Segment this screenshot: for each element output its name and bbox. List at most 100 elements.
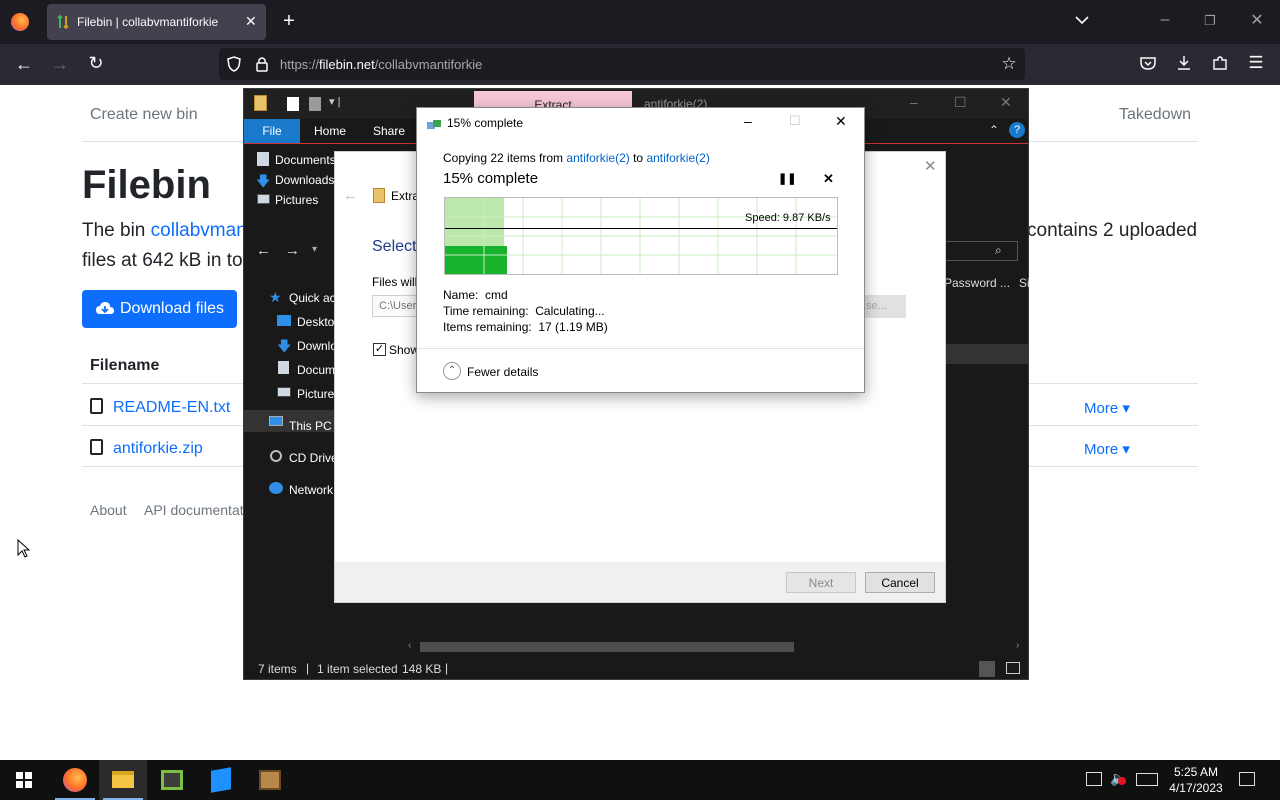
file-more-button[interactable]: More ▾ xyxy=(1084,440,1130,458)
bookmark-star-icon[interactable]: ☆ xyxy=(999,55,1019,72)
search-box[interactable] xyxy=(945,241,1018,261)
explorer-close-icon[interactable]: ✕ xyxy=(1000,94,1012,111)
nav-this-pc[interactable]: This PC xyxy=(289,419,332,433)
downloads-icon[interactable] xyxy=(1174,55,1194,75)
source-link[interactable]: antiforkie(2) xyxy=(566,151,629,165)
copy-close-icon[interactable]: ✕ xyxy=(835,113,847,130)
extensions-icon[interactable] xyxy=(1210,55,1230,75)
properties-icon[interactable] xyxy=(287,97,299,111)
ribbon-expand-icon[interactable]: ⌃ xyxy=(989,123,999,137)
wizard-back-icon[interactable]: ← xyxy=(343,187,358,204)
time-remaining-label: Time remaining: Calculating... xyxy=(443,304,605,318)
explorer-minimize-icon[interactable]: – xyxy=(910,94,918,110)
file-row-readme[interactable]: README-EN.txt xyxy=(90,398,230,417)
forward-icon[interactable]: → xyxy=(50,55,70,73)
reload-icon[interactable]: ↻ xyxy=(86,54,106,72)
taskbar-app-blue[interactable] xyxy=(197,760,245,800)
copy-minimize-icon[interactable]: – xyxy=(744,113,752,129)
system-clock[interactable]: 5:25 AM 4/17/2023 xyxy=(1166,764,1226,796)
lock-icon[interactable] xyxy=(252,56,272,76)
quick-pictures[interactable]: Pictures xyxy=(275,193,318,207)
details-view-icon[interactable] xyxy=(979,661,995,677)
ribbon-tab-home[interactable]: Home xyxy=(314,124,346,138)
selected-row-highlight xyxy=(943,344,1028,364)
quick-access-toolbar-icon[interactable]: ▾ | xyxy=(329,95,340,108)
new-tab-icon[interactable]: + xyxy=(279,11,299,31)
start-windows-icon[interactable] xyxy=(16,772,32,793)
nav-cd-drive[interactable]: CD Drive xyxy=(289,451,338,465)
scroll-left-icon[interactable]: ‹ xyxy=(408,640,411,651)
site-favicon-icon xyxy=(57,14,69,30)
status-size: 148 KB xyxy=(402,662,442,676)
quick-documents[interactable]: Documents xyxy=(275,153,336,167)
url-bar[interactable]: https://filebin.net/collabvmantiforkie ☆ xyxy=(219,48,1025,80)
tab-close-icon[interactable]: ✕ xyxy=(245,13,257,30)
pocket-icon[interactable] xyxy=(1138,56,1158,74)
clock-time: 5:25 AM xyxy=(1173,765,1219,779)
search-icon[interactable]: ⌕ xyxy=(995,243,1002,258)
firefox-menu-icon[interactable] xyxy=(11,13,29,31)
next-button[interactable]: Next xyxy=(786,572,856,593)
scroll-right-icon[interactable]: › xyxy=(1016,640,1019,651)
taskbar-app-green[interactable] xyxy=(148,760,196,800)
network-tray-icon[interactable] xyxy=(1086,772,1102,786)
game-icon xyxy=(161,770,183,790)
destination-link[interactable]: antiforkie(2) xyxy=(646,151,709,165)
back-icon[interactable]: ← xyxy=(14,55,34,73)
nav-network[interactable]: Network xyxy=(289,483,333,497)
ribbon-tab-file[interactable]: File xyxy=(244,119,300,143)
horizontal-scrollbar[interactable]: ‹ › xyxy=(404,639,1028,655)
list-all-tabs-icon[interactable] xyxy=(1072,13,1092,29)
show-files-label[interactable]: Show xyxy=(389,343,419,357)
fewer-details-button[interactable]: Fewer details xyxy=(467,365,538,379)
quick-downloads[interactable]: Downloads xyxy=(275,173,334,187)
browse-button[interactable]: se... xyxy=(864,295,906,318)
takedown-link[interactable]: Takedown xyxy=(1119,106,1191,124)
wizard-close-icon[interactable]: ✕ xyxy=(924,157,937,175)
cloud-download-icon xyxy=(95,299,115,319)
column-password[interactable]: Password ... xyxy=(944,276,1010,290)
volume-muted-icon[interactable]: 🔈 xyxy=(1110,770,1127,787)
help-icon[interactable]: ? xyxy=(1009,122,1025,138)
file-name[interactable]: README-EN.txt xyxy=(113,399,230,416)
copy-progress-dialog[interactable]: 15% complete – ☐ ✕ Copying 22 items from… xyxy=(416,107,865,393)
explorer-back-icon[interactable]: ← xyxy=(256,242,271,259)
explorer-forward-icon[interactable]: → xyxy=(285,242,300,259)
scrollbar-thumb[interactable] xyxy=(420,642,794,652)
new-folder-icon[interactable] xyxy=(309,97,321,111)
cancel-copy-icon[interactable]: ✕ xyxy=(823,171,834,187)
tracking-shield-icon[interactable] xyxy=(224,56,244,76)
column-size[interactable]: Si xyxy=(1019,276,1030,290)
status-selected: 1 item selected xyxy=(317,662,398,676)
tab-bar: Filebin | collabvmantiforkie ✕ + – ❐ ✕ xyxy=(0,0,1280,44)
restore-icon[interactable]: ❐ xyxy=(1200,13,1220,29)
notifications-icon[interactable] xyxy=(1239,772,1255,786)
about-link[interactable]: About xyxy=(90,502,127,518)
download-files-label: Download files xyxy=(120,300,225,317)
close-window-icon[interactable]: ✕ xyxy=(1247,13,1267,29)
file-name[interactable]: antiforkie.zip xyxy=(113,440,203,457)
create-bin-link[interactable]: Create new bin xyxy=(90,106,198,124)
show-files-checkbox[interactable]: ✓ xyxy=(373,343,386,356)
download-files-button[interactable]: Download files xyxy=(82,290,237,328)
firefox-icon xyxy=(63,768,87,792)
explorer-maximize-icon[interactable]: ☐ xyxy=(954,94,967,111)
file-row-antiforkie[interactable]: antiforkie.zip xyxy=(90,439,203,458)
file-more-button[interactable]: More ▾ xyxy=(1084,399,1130,417)
file-icon xyxy=(90,439,103,455)
tab-filebin[interactable]: Filebin | collabvmantiforkie ✕ xyxy=(47,4,266,40)
keyboard-icon[interactable] xyxy=(1136,773,1158,786)
taskbar-firefox[interactable] xyxy=(51,760,99,800)
minimize-icon[interactable]: – xyxy=(1155,12,1175,28)
pause-icon[interactable]: ❚❚ xyxy=(778,172,796,185)
app-menu-icon[interactable]: ☰ xyxy=(1246,54,1266,71)
ribbon-tab-share[interactable]: Share xyxy=(373,124,405,138)
large-icons-view-icon[interactable] xyxy=(1006,662,1020,674)
taskbar-app-box[interactable] xyxy=(246,760,294,800)
wizard-zip-icon xyxy=(373,188,385,203)
taskbar-file-explorer[interactable] xyxy=(99,760,147,800)
cancel-button[interactable]: Cancel xyxy=(865,572,935,593)
recent-locations-icon[interactable]: ▾ xyxy=(312,244,317,255)
url-text[interactable]: https://filebin.net/collabvmantiforkie xyxy=(280,57,482,72)
collapse-details-icon[interactable]: ⌃ xyxy=(443,362,461,380)
